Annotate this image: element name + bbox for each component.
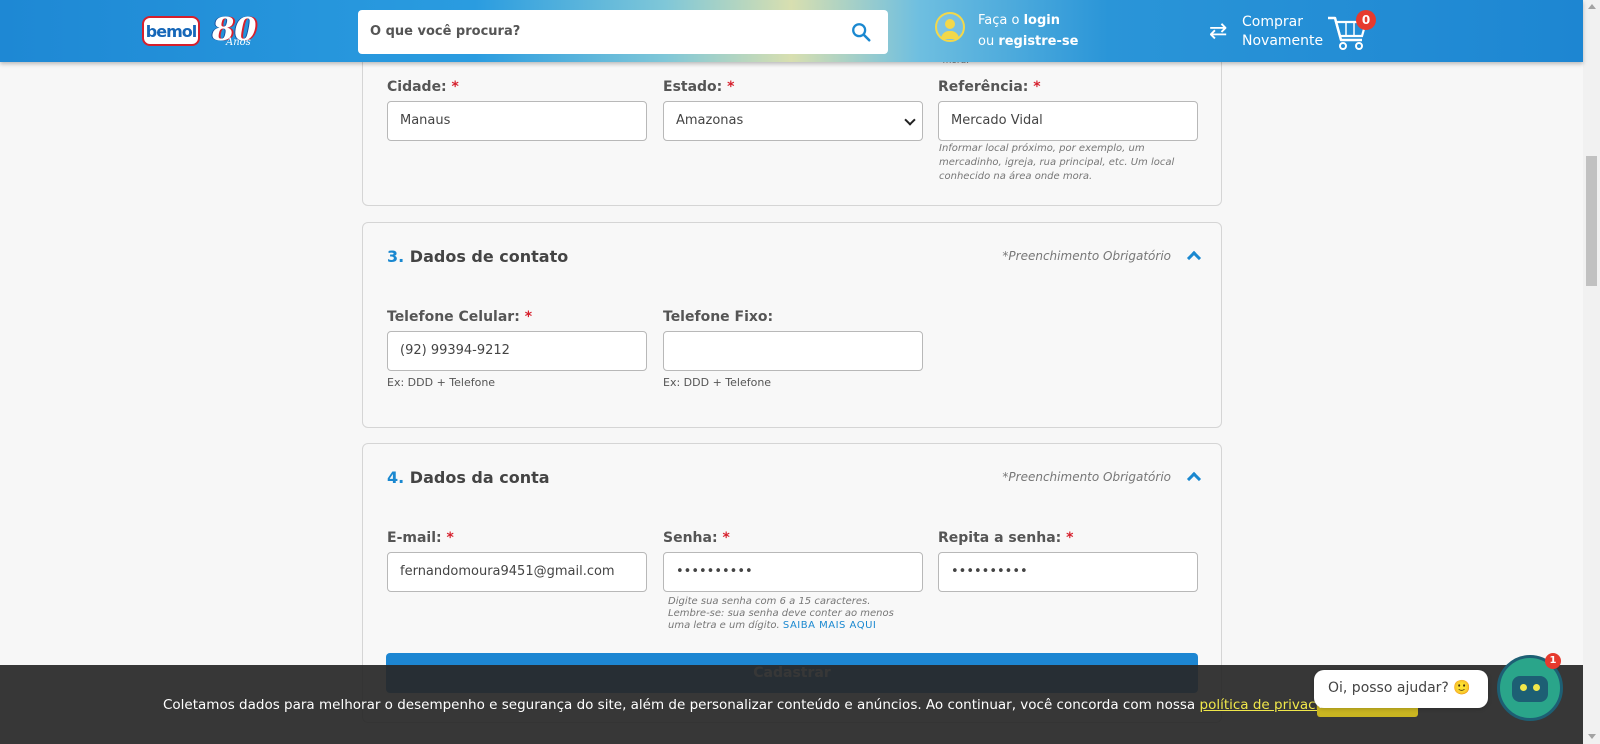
buy-again-line1: Comprar xyxy=(1242,14,1303,30)
scrollbar-thumb[interactable] xyxy=(1586,156,1597,286)
email-label: E-mail: * xyxy=(387,530,454,546)
cidade-input[interactable]: Manaus xyxy=(387,101,647,141)
cart-count-badge: 0 xyxy=(1356,10,1376,30)
chat-bubble[interactable]: Oi, posso ajudar? 🙂 xyxy=(1314,670,1488,708)
anos-text: Anos xyxy=(226,37,251,48)
80-anos-badge: 80 Anos xyxy=(212,9,262,53)
referencia-input[interactable]: Mercado Vidal xyxy=(938,101,1198,141)
repeat-icon[interactable]: ⇄ xyxy=(1209,20,1235,44)
fixo-input[interactable] xyxy=(663,331,923,371)
chevron-down-icon xyxy=(904,114,916,126)
chevron-up-icon[interactable] xyxy=(1186,471,1202,487)
buy-again-link[interactable]: Comprar Novamente xyxy=(1242,13,1323,51)
search-input[interactable]: O que você procura? xyxy=(358,10,888,54)
login-bold[interactable]: login xyxy=(1024,13,1060,28)
email-input[interactable]: fernandomoura9451@gmail.com xyxy=(387,552,647,592)
estado-value: Amazonas xyxy=(676,113,744,128)
buy-again-line2: Novamente xyxy=(1242,33,1324,49)
contact-section-title: 3. Dados de contato xyxy=(387,247,569,266)
referencia-help: Informar local próximo, por exemplo, um … xyxy=(939,143,1175,182)
user-icon[interactable] xyxy=(935,12,965,42)
repita-senha-label: Repita a senha: * xyxy=(938,530,1074,546)
repeat-password-input[interactable]: •••••••••• xyxy=(938,552,1198,592)
estado-select[interactable]: Amazonas xyxy=(663,101,923,141)
senha-label: Senha: * xyxy=(663,530,730,546)
contact-section: 3. Dados de contato *Preenchimento Obrig… xyxy=(362,222,1222,428)
fixo-help: Ex: DDD + Telefone xyxy=(663,376,772,389)
password-input[interactable]: •••••••••• xyxy=(663,552,923,592)
celular-label: Telefone Celular: * xyxy=(387,309,533,325)
scroll-down-icon[interactable] xyxy=(1588,734,1596,739)
referencia-label: Referência: * xyxy=(938,79,1041,95)
account-required-note: *Preenchimento Obrigatório xyxy=(1002,470,1171,484)
bemol-logo[interactable]: bemol xyxy=(142,16,200,46)
fixo-label: Telefone Fixo: xyxy=(663,309,774,325)
celular-input[interactable]: (92) 99394-9212 xyxy=(387,331,647,371)
search-placeholder: O que você procura? xyxy=(370,24,521,39)
login-link[interactable]: Faça o login ou registre-se xyxy=(978,10,1078,52)
chevron-up-icon[interactable] xyxy=(1186,250,1202,266)
scrollbar[interactable] xyxy=(1583,0,1600,744)
cidade-label: Cidade: * xyxy=(387,79,459,95)
celular-help: Ex: DDD + Telefone xyxy=(387,376,496,389)
address-section: mora. Cidade: * Manaus Estado: * Amazona… xyxy=(362,40,1222,206)
contact-required-note: *Preenchimento Obrigatório xyxy=(1002,249,1171,263)
chat-badge: 1 xyxy=(1545,653,1561,669)
password-help: Digite sua senha com 6 a 15 caracteres. … xyxy=(668,596,894,631)
scroll-up-icon[interactable] xyxy=(1588,4,1596,9)
site-header: bemol 80 Anos O que você procura? Faça o… xyxy=(0,0,1583,62)
account-section-title: 4. Dados da conta xyxy=(387,468,550,487)
login-prefix: Faça o xyxy=(978,13,1024,28)
register-bold[interactable]: registre-se xyxy=(998,34,1078,49)
estado-label: Estado: * xyxy=(663,79,735,95)
search-icon[interactable] xyxy=(850,21,872,43)
logo-text: bemol xyxy=(145,21,197,41)
cookie-text: Coletamos dados para melhorar o desempen… xyxy=(163,697,1362,713)
saiba-mais-link[interactable]: SAIBA MAIS AQUI xyxy=(783,620,876,631)
register-prefix: ou xyxy=(978,34,999,49)
